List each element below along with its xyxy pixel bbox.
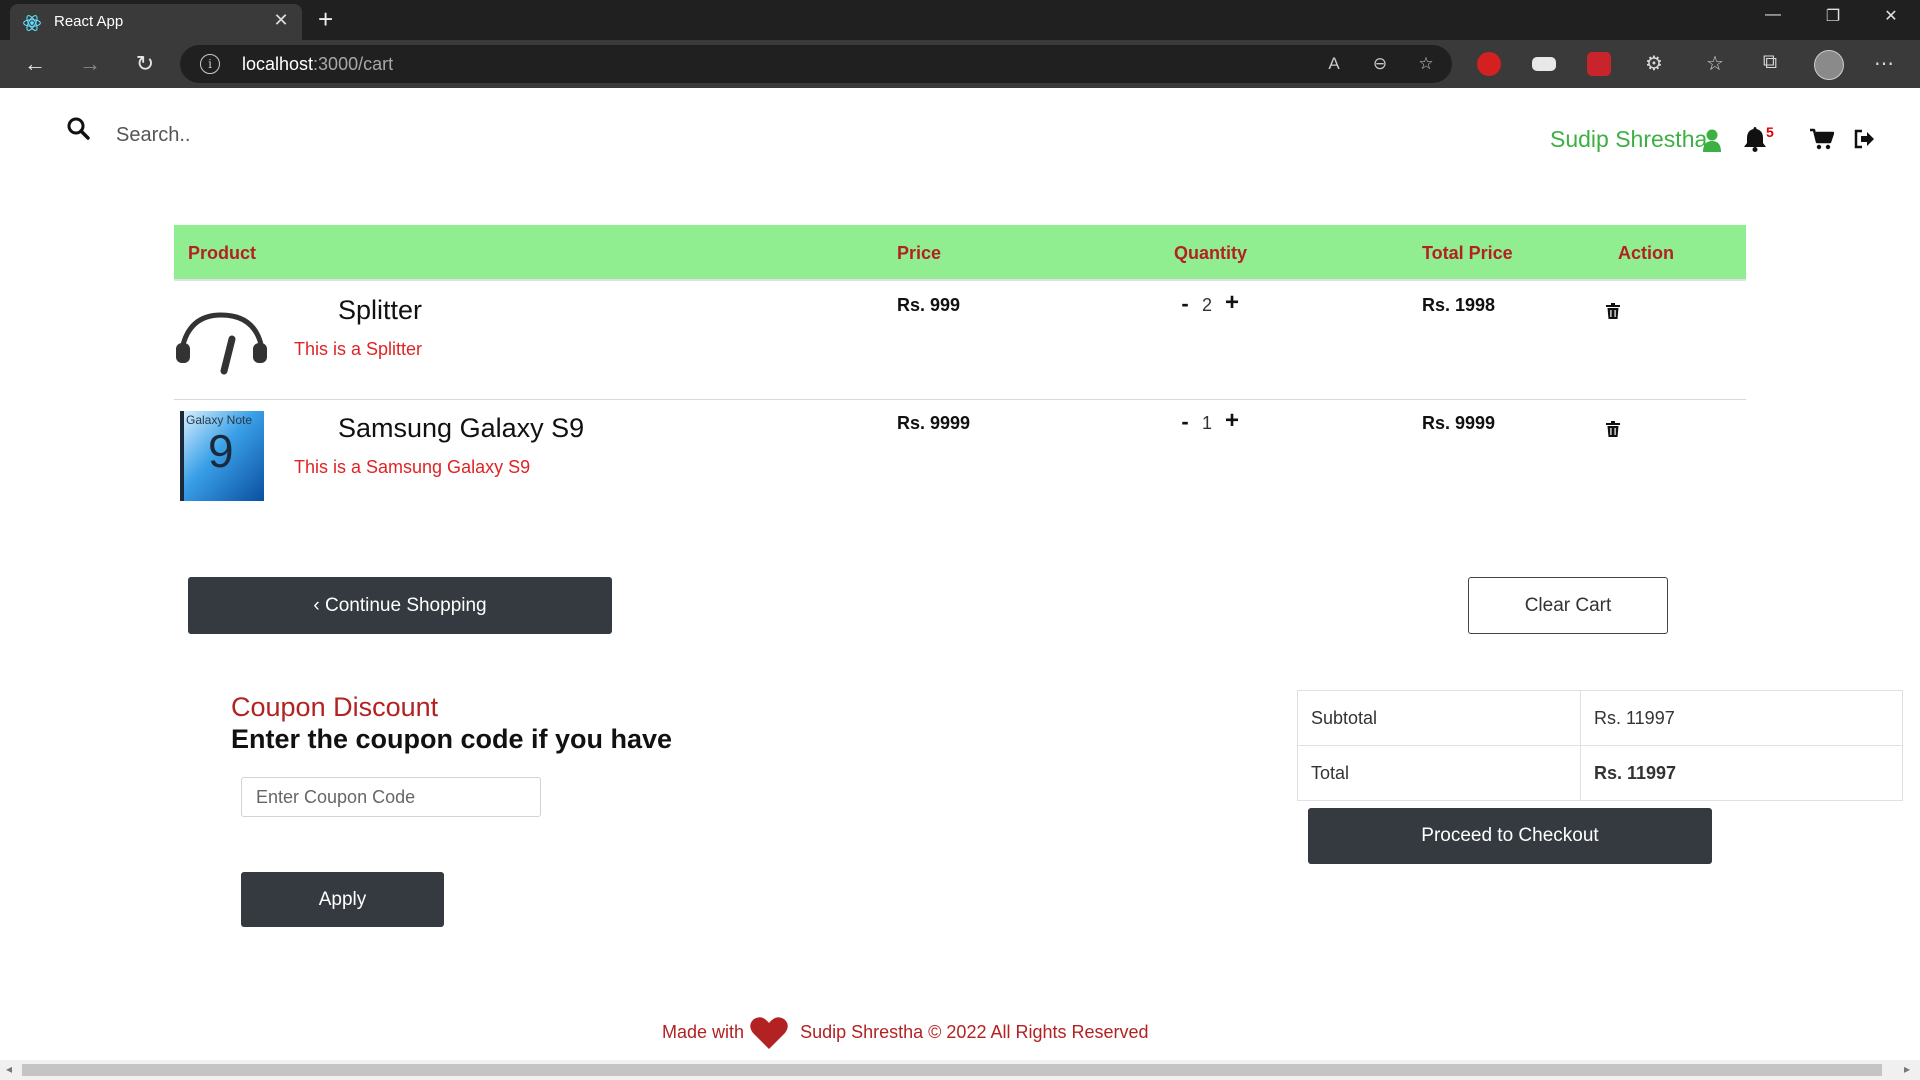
quantity-value: 1: [1202, 413, 1213, 433]
product-price: Rs. 999: [897, 295, 961, 315]
extensions-puzzle-icon[interactable]: ⚙: [1641, 51, 1667, 76]
url-path: :3000/cart: [313, 54, 394, 74]
username-link[interactable]: Sudip Shrestha: [1550, 126, 1707, 153]
zoom-out-icon[interactable]: ⊖: [1368, 54, 1392, 74]
decrease-quantity-button[interactable]: -: [1177, 291, 1193, 317]
footer-credit: Sudip Shrestha © 2022 All Rights Reserve…: [800, 1022, 1149, 1042]
add-favorite-icon[interactable]: ☆: [1414, 54, 1438, 74]
notification-bell-icon[interactable]: [1743, 126, 1767, 152]
product-total-price: Rs. 1998: [1422, 295, 1496, 315]
apply-coupon-button[interactable]: Apply: [241, 872, 444, 927]
window-restore-icon[interactable]: ❐: [1818, 6, 1848, 26]
column-product: Product: [188, 243, 257, 263]
chevron-left-icon: ‹: [313, 594, 320, 616]
url-text: localhost:3000/cart: [242, 54, 393, 75]
trash-icon[interactable]: [1606, 303, 1620, 319]
continue-shopping-label: Continue Shopping: [324, 594, 487, 616]
tab-title: React App: [54, 13, 124, 30]
coupon-subtitle: Enter the coupon code if you have: [231, 724, 673, 754]
search-input[interactable]: [114, 118, 718, 152]
product-name: Splitter: [338, 295, 423, 325]
galaxy-note-box-image: Galaxy Note 9: [180, 411, 264, 501]
trash-icon[interactable]: [1606, 421, 1620, 437]
column-price: Price: [897, 243, 942, 263]
collections-icon[interactable]: ⧉: [1757, 51, 1783, 74]
more-menu-icon[interactable]: ⋯: [1871, 51, 1897, 76]
total-label: Total: [1297, 745, 1581, 801]
footer-text: Made with Sudip Shrestha © 2022 All Righ…: [662, 1022, 1149, 1043]
cart-table-header: Product Price Quantity Total Price Actio…: [174, 225, 1746, 281]
subtotal-value: Rs. 11997: [1580, 690, 1903, 746]
footer-made-with: Made with: [662, 1022, 745, 1042]
headphone-splitter-image: [176, 312, 267, 375]
coupon-title: Coupon Discount: [231, 692, 439, 722]
column-total-price: Total Price: [1422, 243, 1513, 263]
react-favicon-icon: [23, 15, 41, 31]
notification-count-badge: 5: [1766, 124, 1774, 140]
subtotal-row: Subtotal Rs. 11997: [1297, 690, 1903, 746]
product-price: Rs. 9999: [897, 413, 971, 433]
browser-tab-bar: React App ✕ + — ❐ ✕: [0, 0, 1920, 40]
continue-shopping-button[interactable]: ‹ Continue Shopping: [188, 577, 612, 634]
back-arrow-icon[interactable]: ←: [20, 49, 50, 79]
url-host: localhost: [242, 54, 314, 74]
window-minimize-icon[interactable]: —: [1758, 6, 1788, 24]
search-icon[interactable]: [66, 116, 90, 140]
proceed-to-checkout-button[interactable]: Proceed to Checkout: [1308, 808, 1712, 864]
window-close-icon[interactable]: ✕: [1876, 6, 1906, 26]
product-description: This is a Samsung Galaxy S9: [294, 457, 531, 477]
logout-icon[interactable]: [1853, 128, 1875, 150]
increase-quantity-button[interactable]: +: [1223, 407, 1241, 435]
browser-toolbar: ← → ↻ i localhost:3000/cart A ⊖ ☆ ⚙ ☆ ⧉ …: [0, 40, 1920, 88]
scrollbar-thumb[interactable]: [22, 1064, 1882, 1076]
column-action: Action: [1618, 243, 1674, 263]
profile-avatar[interactable]: [1814, 50, 1844, 80]
subtotal-label: Subtotal: [1297, 690, 1581, 746]
total-value: Rs. 11997: [1580, 745, 1903, 801]
favorites-icon[interactable]: ☆: [1702, 51, 1728, 76]
product-name: Samsung Galaxy S9: [338, 413, 585, 443]
product-total-price: Rs. 9999: [1422, 413, 1496, 433]
horizontal-scrollbar[interactable]: ◂ ▸: [0, 1060, 1920, 1080]
new-tab-icon[interactable]: +: [318, 4, 333, 34]
total-row: Total Rs. 11997: [1297, 745, 1903, 801]
address-bar[interactable]: i localhost:3000/cart A ⊖ ☆: [180, 45, 1452, 83]
decrease-quantity-button[interactable]: -: [1177, 409, 1193, 435]
tab-close-icon[interactable]: ✕: [270, 10, 292, 31]
forward-arrow-icon[interactable]: →: [75, 49, 105, 79]
extension-icon[interactable]: [1532, 57, 1556, 71]
cart-icon[interactable]: [1810, 128, 1834, 150]
column-quantity: Quantity: [1174, 243, 1248, 263]
scroll-right-arrow-icon[interactable]: ▸: [1904, 1062, 1910, 1076]
heart-icon: [750, 1017, 788, 1049]
quantity-value: 2: [1202, 295, 1213, 315]
clear-cart-button[interactable]: Clear Cart: [1468, 577, 1668, 634]
user-icon: [1703, 129, 1721, 152]
scroll-left-arrow-icon[interactable]: ◂: [6, 1062, 12, 1076]
order-summary-table: Subtotal Rs. 11997 Total Rs. 11997: [1297, 690, 1903, 801]
cart-row: Splitter This is a Splitter Rs. 999 - 2 …: [174, 281, 1746, 400]
read-aloud-icon[interactable]: A: [1322, 54, 1346, 74]
increase-quantity-button[interactable]: +: [1223, 289, 1241, 317]
galaxy-note-number: 9: [208, 425, 234, 477]
product-description: This is a Splitter: [294, 339, 423, 359]
cart-row: Galaxy Note 9 Samsung Galaxy S9 This is …: [174, 399, 1746, 517]
reload-icon[interactable]: ↻: [130, 49, 160, 79]
pdf-extension-icon[interactable]: [1587, 52, 1611, 76]
coupon-code-input[interactable]: [241, 777, 541, 817]
adblock-extension-icon[interactable]: [1477, 52, 1501, 76]
site-info-icon[interactable]: i: [200, 54, 220, 74]
browser-tab[interactable]: React App ✕: [10, 4, 302, 40]
